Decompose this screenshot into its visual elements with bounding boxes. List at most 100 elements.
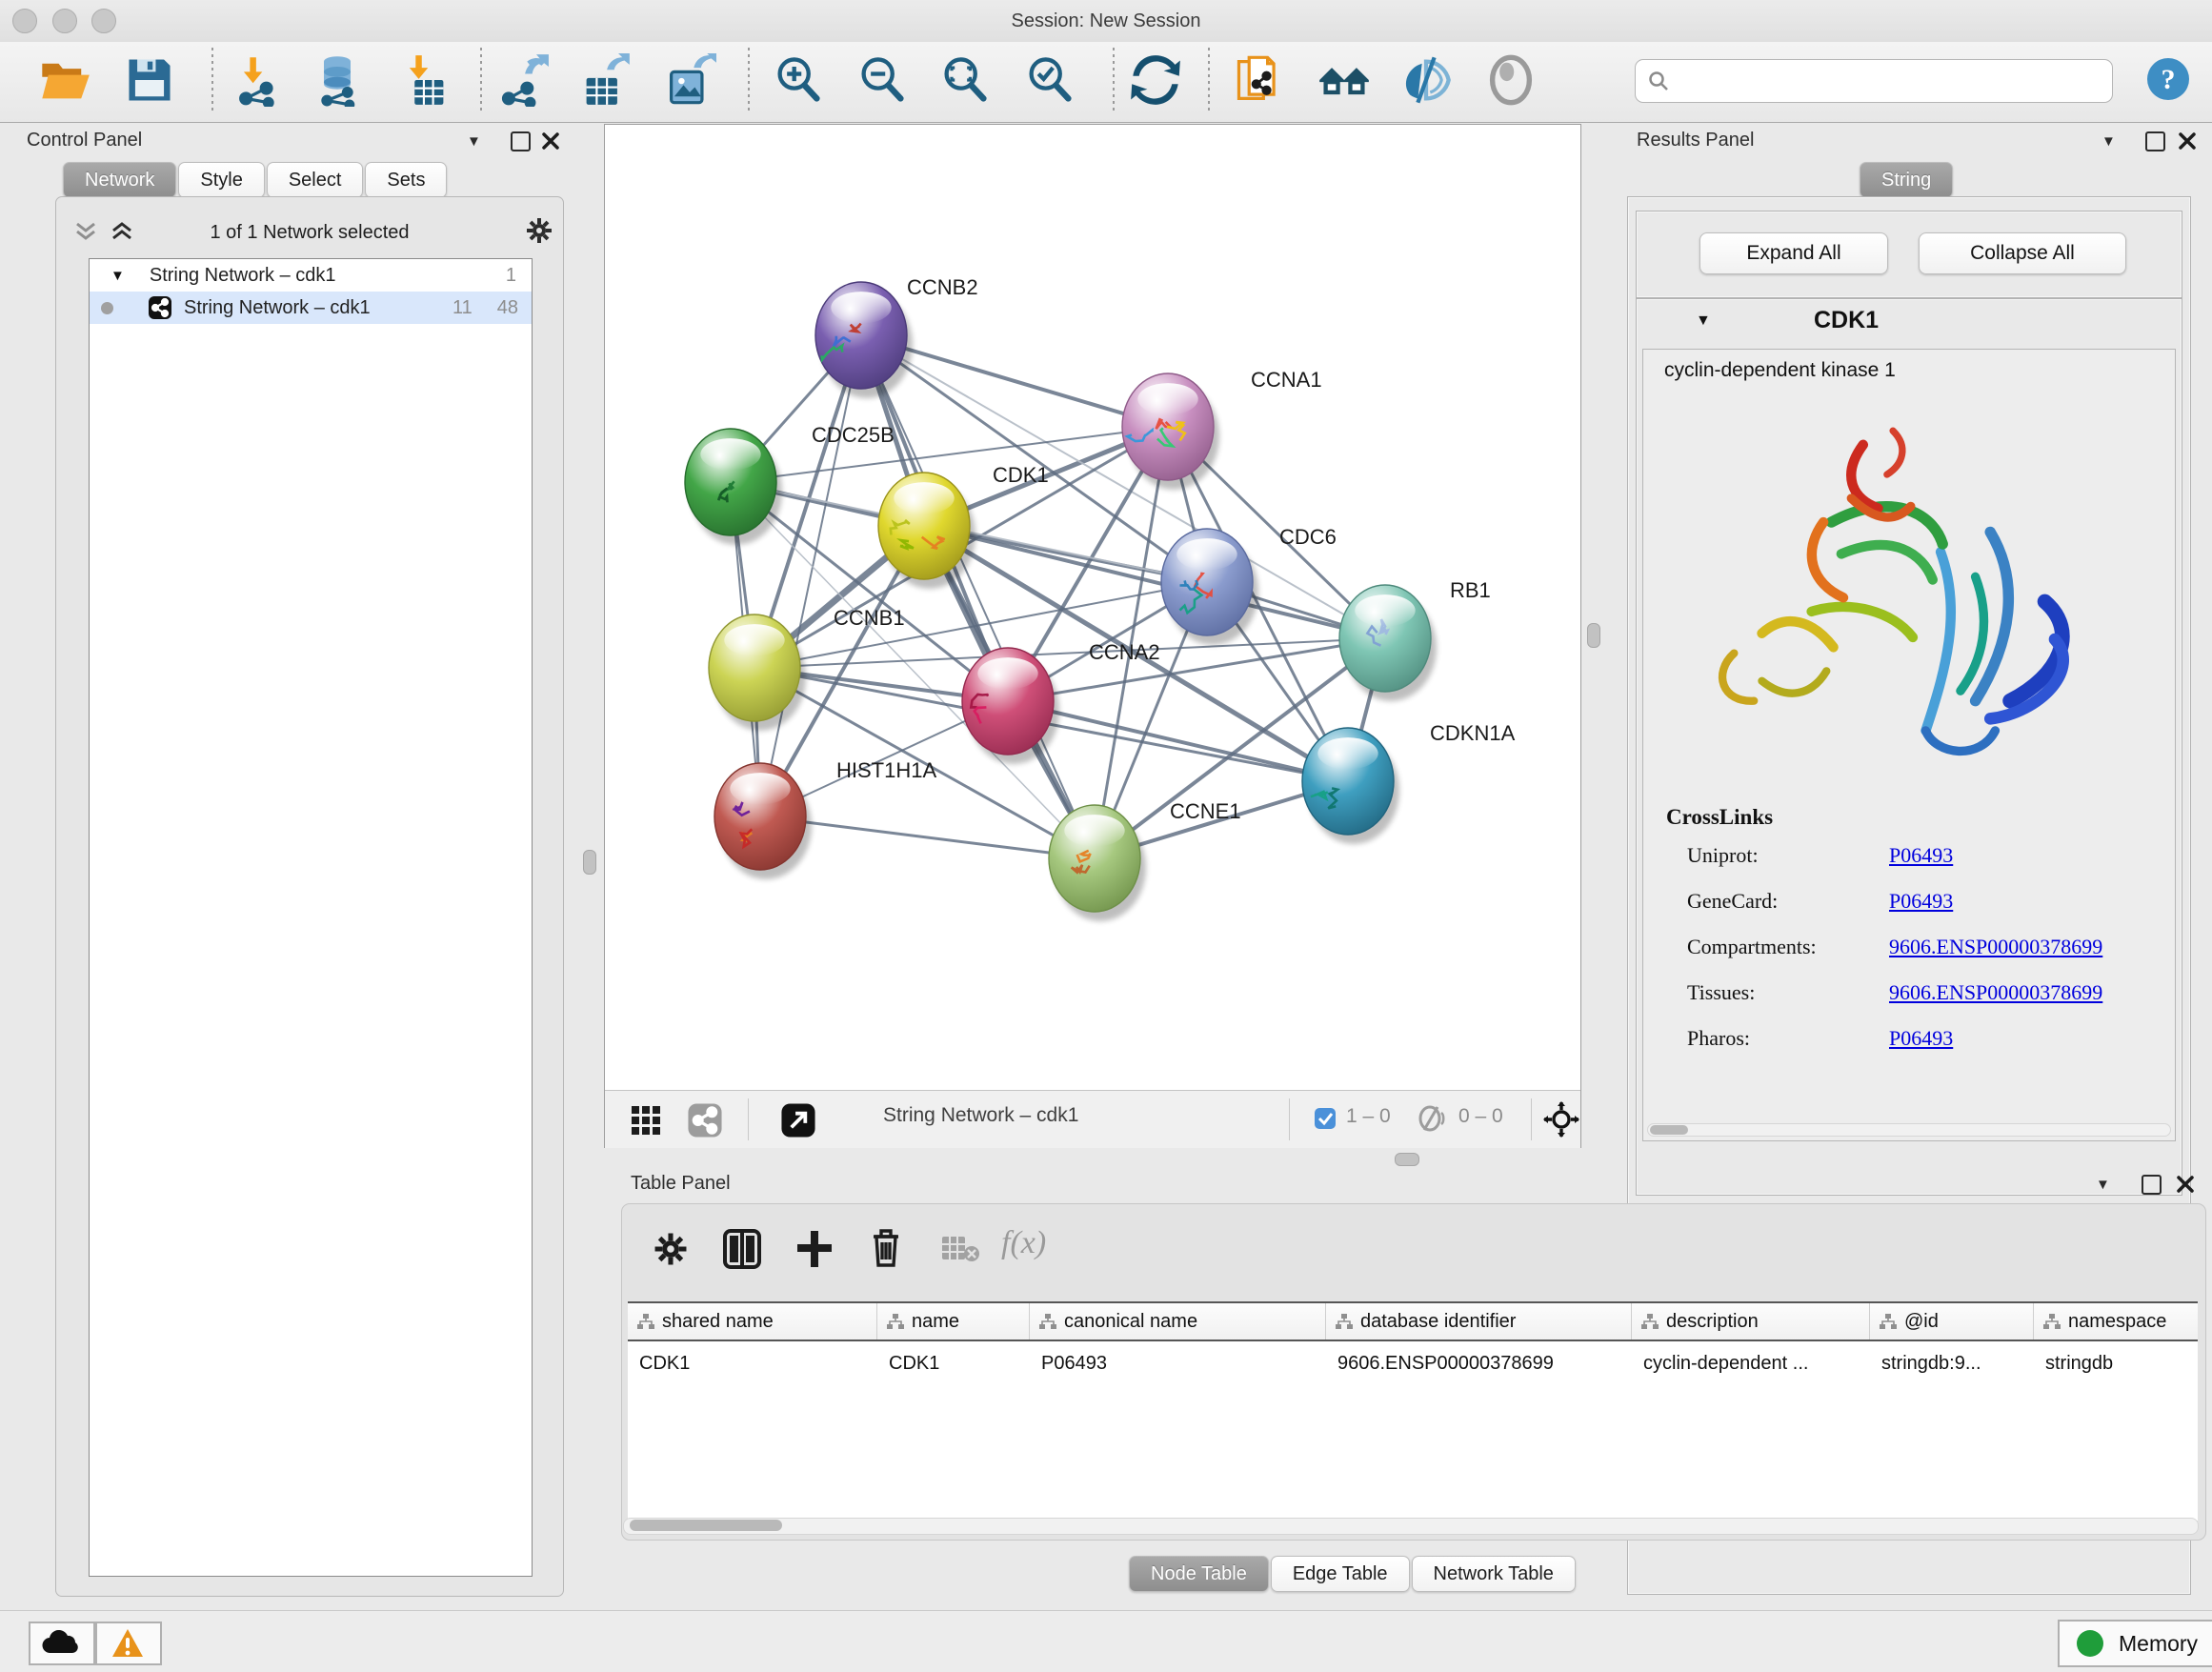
network-share-icon[interactable] [687, 1102, 723, 1138]
protein-collapse-icon[interactable]: ▼ [1696, 312, 1711, 330]
refresh-icon[interactable] [1129, 53, 1182, 107]
table-hscrollbar-thumb[interactable] [630, 1520, 782, 1531]
network-collection-row[interactable]: ▼ String Network – cdk1 1 [90, 259, 532, 292]
zoom-in-icon[interactable] [772, 53, 825, 107]
left-splitter-handle[interactable] [583, 850, 596, 875]
cloud-button[interactable] [29, 1622, 95, 1665]
export-image-icon[interactable] [663, 53, 716, 107]
save-session-icon[interactable] [123, 53, 176, 107]
add-column-icon[interactable] [795, 1229, 834, 1269]
import-table-icon[interactable] [398, 53, 452, 107]
tab-style[interactable]: Style [178, 162, 264, 198]
table-panel-close-icon[interactable] [2176, 1175, 2195, 1194]
toolbar-separator [480, 48, 482, 114]
table-header-row[interactable]: shared namenamecanonical namedatabase id… [628, 1301, 2198, 1341]
column-header-shared-name[interactable]: shared name [628, 1303, 877, 1340]
search-input[interactable] [1635, 59, 2113, 103]
network-canvas[interactable]: CCNB2CCNA1CDC25BCDK1CDC6RB1CCNB1CCNA2CDK… [605, 125, 1580, 1090]
zoom-fit-icon[interactable] [938, 53, 992, 107]
tab-string[interactable]: String [1860, 162, 1953, 198]
table-hscrollbar[interactable] [623, 1518, 2199, 1535]
import-network-icon[interactable] [231, 53, 285, 107]
export-network-icon[interactable] [496, 53, 550, 107]
open-session-icon[interactable] [38, 53, 91, 107]
crosslink-label: Tissues: [1687, 980, 1889, 1005]
network-node-CDC25B[interactable]: CDC25B [685, 423, 895, 545]
tab-edge-table[interactable]: Edge Table [1271, 1556, 1410, 1592]
column-header-canonical-name[interactable]: canonical name [1030, 1303, 1326, 1340]
crosslink-link[interactable]: P06493 [1889, 889, 1953, 914]
crosslink-link[interactable]: P06493 [1889, 843, 1953, 868]
bottom-splitter-handle[interactable] [1395, 1153, 1419, 1166]
column-header-database-identifier[interactable]: database identifier [1326, 1303, 1632, 1340]
delete-table-icon [942, 1235, 980, 1263]
string-import-icon[interactable] [1233, 53, 1286, 107]
expand-all-button[interactable]: Expand All [1699, 232, 1888, 274]
toolbar-separator [748, 48, 750, 114]
results-panel-close-icon[interactable] [2178, 131, 2197, 151]
home-icon[interactable] [1317, 53, 1371, 107]
collapse-all-button[interactable]: Collapse All [1919, 232, 2126, 274]
grid-view-icon[interactable] [630, 1104, 662, 1137]
protein-name: CDK1 [1814, 307, 1879, 334]
tab-select[interactable]: Select [267, 162, 364, 198]
crosslink-row: Tissues:9606.ENSP00000378699 [1687, 980, 2163, 1005]
gear-icon[interactable] [525, 216, 553, 245]
control-panel-collapse-icon[interactable]: ▼ [467, 133, 481, 150]
crosslink-link[interactable]: P06493 [1889, 1026, 1953, 1051]
node-label: CDK1 [993, 463, 1049, 487]
column-header-name[interactable]: name [877, 1303, 1030, 1340]
window-zoom-button[interactable] [91, 9, 116, 33]
table-panel-collapse-icon[interactable]: ▼ [2096, 1177, 2110, 1193]
column-header-namespace[interactable]: namespace [2034, 1303, 2212, 1340]
node-label: CDC6 [1279, 525, 1337, 549]
network-node-RB1[interactable]: RB1 [1339, 578, 1491, 701]
control-panel-float-icon[interactable] [511, 131, 531, 151]
column-header-@id[interactable]: @id [1870, 1303, 2034, 1340]
tab-network-table[interactable]: Network Table [1412, 1556, 1576, 1592]
selected-checkbox-icon[interactable] [1314, 1107, 1337, 1130]
network-node-CDKN1A[interactable]: CDKN1A [1302, 721, 1516, 844]
network-node-HIST1H1A[interactable]: HIST1H1A [714, 758, 936, 879]
help-icon[interactable]: ? [2145, 56, 2191, 102]
tab-network[interactable]: Network [63, 162, 176, 198]
open-in-window-icon[interactable] [780, 1102, 816, 1138]
column-header-description[interactable]: description [1632, 1303, 1870, 1340]
zoom-out-icon[interactable] [855, 53, 909, 107]
memory-button[interactable]: Memory [2058, 1620, 2212, 1667]
network-node-CCNA2[interactable]: CCNA2 [962, 640, 1160, 764]
tab-sets[interactable]: Sets [365, 162, 447, 198]
delete-column-icon[interactable] [868, 1227, 904, 1269]
export-table-icon[interactable] [578, 53, 632, 107]
column-type-icon [1641, 1314, 1659, 1329]
network-node-CCNE1[interactable]: CCNE1 [1049, 799, 1241, 921]
network-row-selected[interactable]: String Network – cdk1 11 48 [90, 292, 532, 324]
protein-hscrollbar[interactable] [1647, 1123, 2171, 1137]
warning-button[interactable] [95, 1622, 162, 1665]
protein-description: cyclin-dependent kinase 1 [1664, 359, 1896, 382]
table-gear-icon[interactable] [653, 1231, 689, 1267]
tree-expand-icon[interactable]: ▼ [111, 268, 125, 284]
network-node-CCNB2[interactable]: CCNB2 [815, 275, 978, 398]
fit-content-icon[interactable] [1542, 1100, 1580, 1138]
column-type-icon [637, 1314, 654, 1329]
network-node-CCNA1[interactable]: CCNA1 [1122, 368, 1322, 490]
network-node-CDC6[interactable]: CDC6 [1161, 525, 1337, 645]
show-columns-icon[interactable] [723, 1229, 761, 1269]
show-visibility-icon[interactable] [1484, 53, 1538, 107]
table-row[interactable]: CDK1CDK1P064939606.ENSP00000378699cyclin… [628, 1343, 2198, 1383]
tab-node-table[interactable]: Node Table [1129, 1556, 1269, 1592]
network-node-CDK1[interactable]: CDK1 [878, 463, 1049, 589]
table-panel-float-icon[interactable] [2142, 1175, 2162, 1195]
results-panel-float-icon[interactable] [2145, 131, 2165, 151]
zoom-selected-icon[interactable] [1023, 53, 1076, 107]
crosslink-link[interactable]: 9606.ENSP00000378699 [1889, 935, 2102, 959]
import-database-icon[interactable] [311, 53, 364, 107]
results-panel-collapse-icon[interactable]: ▼ [2101, 133, 2116, 150]
window-minimize-button[interactable] [52, 9, 77, 33]
right-splitter-handle[interactable] [1587, 623, 1600, 648]
window-close-button[interactable] [12, 9, 37, 33]
crosslink-link[interactable]: 9606.ENSP00000378699 [1889, 980, 2102, 1005]
hide-visibility-icon[interactable] [1399, 53, 1453, 107]
control-panel-close-icon[interactable] [541, 131, 560, 151]
